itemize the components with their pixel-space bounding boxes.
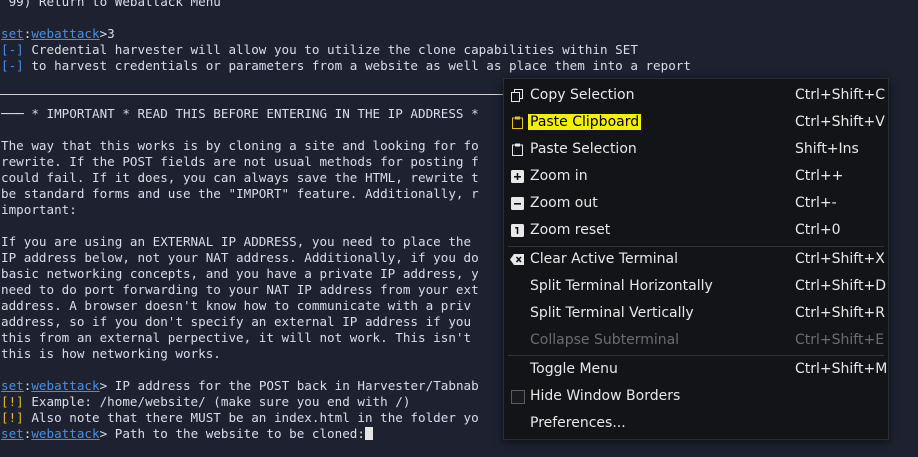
text-line: IP address below, not your NAT address. … bbox=[1, 250, 479, 265]
prompt-module: webattack bbox=[31, 378, 100, 393]
menu-item-shortcut: Ctrl+0 bbox=[795, 222, 841, 238]
menu-item-preferences[interactable]: Preferences... bbox=[504, 410, 888, 437]
text-line: this from an external perpective, it wil… bbox=[1, 330, 472, 345]
menu-item-label: Toggle Menu bbox=[530, 361, 618, 377]
warning-bracket: [!] bbox=[1, 394, 24, 409]
clear-icon bbox=[510, 254, 524, 265]
prompt-set: set bbox=[1, 26, 24, 41]
menu-item-label: Hide Window Borders bbox=[530, 388, 681, 404]
prompt-line: set:webattack> IP address for the POST b… bbox=[1, 378, 479, 394]
text-line: address. A browser doesn't know how to c… bbox=[1, 298, 472, 313]
text-line: need to do port forwarding to your NAT I… bbox=[1, 282, 479, 297]
text-line: could fail. If it does, you can always s… bbox=[1, 170, 479, 185]
text-line: The way that this works is by cloning a … bbox=[1, 138, 479, 153]
menu-item-shortcut: Ctrl+Shift+D bbox=[795, 278, 886, 294]
divider-rule bbox=[0, 94, 520, 95]
menu-item-label: Preferences... bbox=[530, 415, 626, 431]
menu-item-label: Clear Active Terminal bbox=[530, 251, 678, 267]
prompt-input: > Path to the website to be cloned: bbox=[99, 426, 365, 441]
menu-item-copy-selection[interactable]: Copy Selection Ctrl+Shift+C bbox=[504, 82, 888, 109]
menu-item-shortcut: Ctrl+Shift+C bbox=[795, 87, 885, 103]
menu-item-clear-active-terminal[interactable]: Clear Active Terminal Ctrl+Shift+X bbox=[504, 246, 888, 273]
menu-item-shortcut: Shift+Ins bbox=[795, 141, 859, 157]
text-line: this is how networking works. bbox=[1, 346, 221, 361]
prompt-input: >3 bbox=[99, 26, 115, 41]
prompt-input: > IP address for the POST back in Harves… bbox=[99, 378, 479, 393]
prompt-module: webattack bbox=[31, 26, 100, 41]
menu-item-shortcut: Ctrl+Shift+R bbox=[795, 305, 885, 321]
prompt-line: set:webattack> Path to the website to be… bbox=[1, 426, 373, 442]
checkbox-icon[interactable] bbox=[511, 390, 525, 404]
menu-item-label: Paste Clipboard bbox=[528, 114, 642, 130]
zoom-in-icon bbox=[511, 170, 524, 183]
menu-item-label: Split Terminal Vertically bbox=[530, 305, 694, 321]
menu-item-label: Collapse Subterminal bbox=[530, 332, 680, 348]
text-line: rewrite. If the POST fields are not usua… bbox=[1, 154, 479, 169]
info-text: to harvest credentials or parameters fro… bbox=[23, 58, 691, 73]
menu-item-zoom-out[interactable]: Zoom out Ctrl+- bbox=[504, 190, 888, 217]
zoom-out-icon bbox=[511, 197, 524, 210]
zoom-reset-icon bbox=[511, 224, 524, 237]
prompt-line: set:webattack>3 bbox=[1, 26, 115, 42]
info-bracket: [-] bbox=[1, 42, 24, 57]
menu-item-split-vertically[interactable]: Split Terminal Vertically Ctrl+Shift+R bbox=[504, 300, 888, 327]
text-line: If you are using an EXTERNAL IP ADDRESS,… bbox=[1, 234, 472, 249]
prompt-set: set bbox=[1, 378, 24, 393]
text-line: important: bbox=[1, 202, 77, 217]
context-menu: Copy Selection Ctrl+Shift+C Paste Clipbo… bbox=[503, 78, 889, 440]
menu-item-toggle-menu[interactable]: Toggle Menu Ctrl+Shift+M bbox=[504, 356, 888, 383]
warning-text: Example: /home/website/ (make sure you e… bbox=[23, 394, 411, 409]
menu-item-shortcut: Ctrl+- bbox=[795, 195, 837, 211]
menu-item-label: Copy Selection bbox=[530, 87, 635, 103]
warning-text: Also note that there MUST be an index.ht… bbox=[23, 410, 479, 425]
menu-item-shortcut: Ctrl+Shift+X bbox=[795, 251, 885, 267]
menu-item-label: Zoom out bbox=[530, 195, 598, 211]
menu-item-split-horizontally[interactable]: Split Terminal Horizontally Ctrl+Shift+D bbox=[504, 273, 888, 300]
menu-item-shortcut: Ctrl+Shift+M bbox=[795, 361, 888, 377]
text-cursor bbox=[364, 427, 373, 440]
menu-item-shortcut: Ctrl++ bbox=[795, 168, 844, 184]
warning-line: [!] Also note that there MUST be an inde… bbox=[1, 410, 479, 426]
prompt-module: webattack bbox=[31, 426, 100, 441]
menu-option-line: 99) Return to Webattack Menu bbox=[1, 0, 221, 9]
menu-item-hide-window-borders[interactable]: Hide Window Borders bbox=[504, 383, 888, 410]
info-line: [-] Credential harvester will allow you … bbox=[1, 42, 638, 58]
menu-item-paste-selection[interactable]: Paste Selection Shift+Ins bbox=[504, 136, 888, 163]
menu-item-shortcut: Ctrl+Shift+V bbox=[795, 114, 885, 130]
info-bracket: [-] bbox=[1, 58, 24, 73]
menu-item-label: Paste Selection bbox=[530, 141, 637, 157]
copy-icon bbox=[511, 89, 523, 102]
warning-line: [!] Example: /home/website/ (make sure y… bbox=[1, 394, 410, 410]
menu-item-shortcut: Ctrl+Shift+E bbox=[795, 332, 885, 348]
prompt-set: set bbox=[1, 426, 24, 441]
text-line: address, so if you don't specify an exte… bbox=[1, 314, 472, 329]
text-line: be standard forms and use the "IMPORT" f… bbox=[1, 186, 479, 201]
info-text: Credential harvester will allow you to u… bbox=[23, 42, 638, 57]
info-line: [-] to harvest credentials or parameters… bbox=[1, 58, 691, 74]
menu-item-label: Zoom reset bbox=[530, 222, 611, 238]
menu-item-zoom-reset[interactable]: Zoom reset Ctrl+0 bbox=[504, 217, 888, 244]
clipboard-icon bbox=[512, 116, 523, 129]
important-heading: ─── * IMPORTANT * READ THIS BEFORE ENTER… bbox=[1, 106, 479, 121]
paste-icon bbox=[512, 143, 523, 156]
text-line: basic networking concepts, and you have … bbox=[1, 266, 479, 281]
warning-bracket: [!] bbox=[1, 410, 24, 425]
menu-item-label: Split Terminal Horizontally bbox=[530, 278, 713, 294]
menu-item-collapse-subterminal: Collapse Subterminal Ctrl+Shift+E bbox=[504, 327, 888, 354]
menu-item-label: Zoom in bbox=[530, 168, 588, 184]
menu-item-paste-clipboard[interactable]: Paste Clipboard Ctrl+Shift+V bbox=[504, 109, 888, 136]
menu-item-zoom-in[interactable]: Zoom in Ctrl++ bbox=[504, 163, 888, 190]
